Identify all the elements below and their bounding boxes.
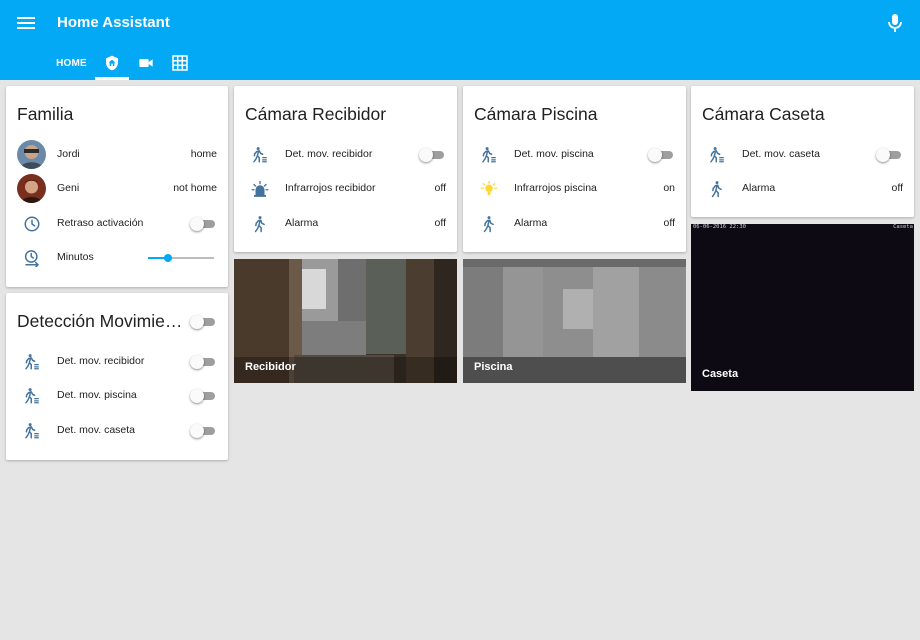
tab-grid[interactable] [163,46,197,80]
avatar [17,174,46,203]
retraso-activacion-toggle[interactable] [190,217,217,231]
person-row-geni[interactable]: Geni not home [6,172,228,206]
view-tabs: HOME [48,46,197,80]
entity-name: Alarma [514,217,548,229]
det-mov-recibidor-row: Det. mov. recibidor [234,138,457,172]
timer-icon [23,249,41,267]
camera-label: Piscina [474,361,513,373]
motion-icon [23,387,41,405]
avatar [17,140,46,169]
entity-name: Retraso activación [57,217,144,229]
minutos-row: Minutos [6,241,228,275]
entity-name: Det. mov. recibidor [285,148,373,160]
infrarrojos-piscina-row[interactable]: Infrarrojos piscina on [463,172,686,206]
camera-caseta-image[interactable]: 06-06-2016 22:30 Caseta Caseta [691,224,914,391]
shield-home-icon [106,55,118,71]
entity-state: off [434,182,446,194]
walk-icon [708,180,726,198]
microphone-icon[interactable] [886,13,904,33]
alarm-light-icon [251,180,269,198]
motion-icon [708,146,726,164]
det-mov-caseta-toggle[interactable] [876,148,903,162]
card-title: Cámara Caseta [702,104,825,124]
clock-icon [23,215,41,233]
det-mov-piscina-row: Det. mov. piscina [463,138,686,172]
det-mov-recibidor-toggle[interactable] [190,355,217,369]
entity-name: Det. mov. piscina [514,148,594,160]
motion-icon [251,146,269,164]
toolbar: Home Assistant HOME [0,0,920,80]
det-mov-piscina-toggle[interactable] [648,148,675,162]
card-title: Cámara Recibidor [245,104,387,124]
retraso-activacion-row: Retraso activación [6,207,228,241]
det-mov-recibidor-toggle[interactable] [419,148,446,162]
entity-name: Alarma [742,182,776,194]
walk-icon [251,215,269,233]
alarma-row[interactable]: Alarma off [691,172,914,206]
infrarrojos-recibidor-row[interactable]: Infrarrojos recibidor off [234,172,457,206]
alarma-row[interactable]: Alarma off [463,207,686,241]
person-state: not home [173,182,217,194]
walk-icon [480,215,498,233]
entity-name: Det. mov. caseta [742,148,821,160]
camara-recibidor-card: Cámara Recibidor Det. mov. recibidor Inf… [234,86,457,252]
entity-state: off [434,217,446,229]
entity-name: Det. mov. caseta [57,424,136,436]
tab-shield-home[interactable] [95,46,129,80]
entity-state: off [891,182,903,194]
motion-icon [23,422,41,440]
card-title: Detección Movimie… [17,311,183,331]
camera-recibidor-image[interactable]: Recibidor [234,259,457,383]
person-state: home [190,148,217,160]
entity-name: Alarma [285,217,319,229]
camera-piscina-image[interactable]: Piscina [463,259,686,383]
person-name: Geni [57,182,80,194]
det-mov-recibidor-row: Det. mov. recibidor [6,345,228,379]
entity-name: Det. mov. recibidor [57,355,145,367]
motion-icon [23,353,41,371]
minutos-slider[interactable] [148,252,214,264]
card-title: Cámara Piscina [474,104,598,124]
tab-home[interactable]: HOME [48,46,95,80]
deteccion-group-toggle[interactable] [190,315,217,329]
camera-timestamp: 06-06-2016 22:30 [693,224,746,230]
entity-name: Infrarrojos piscina [514,182,597,194]
person-name: Jordi [57,148,80,160]
lightbulb-icon [480,180,498,198]
camera-label: Recibidor [245,361,296,373]
deteccion-movimiento-card: Detección Movimie… Det. mov. recibidor D… [6,293,228,460]
camara-caseta-card: Cámara Caseta Det. mov. caseta Alarma of… [691,86,914,217]
entity-name: Infrarrojos recibidor [285,182,376,194]
person-row-jordi[interactable]: Jordi home [6,138,228,172]
menu-icon[interactable] [17,15,35,31]
motion-icon [480,146,498,164]
entity-name: Det. mov. piscina [57,389,137,401]
det-mov-piscina-row: Det. mov. piscina [6,379,228,413]
det-mov-caseta-row: Det. mov. caseta [691,138,914,172]
entity-state: off [663,217,675,229]
familia-card: Familia Jordi home Geni not home Retraso… [6,86,228,287]
camera-label: Caseta [702,368,739,380]
video-camera-icon [139,59,153,67]
det-mov-piscina-toggle[interactable] [190,389,217,403]
entity-state: on [663,182,675,194]
card-title: Familia [17,104,74,124]
grid-icon [172,55,188,71]
tab-camera[interactable] [129,46,163,80]
det-mov-caseta-toggle[interactable] [190,424,217,438]
camara-piscina-card: Cámara Piscina Det. mov. piscina Infrarr… [463,86,686,252]
app-title: Home Assistant [57,14,170,31]
det-mov-caseta-row: Det. mov. caseta [6,414,228,448]
entity-name: Minutos [57,251,94,263]
alarma-row[interactable]: Alarma off [234,207,457,241]
camera-overlay-title: Caseta [893,224,913,230]
